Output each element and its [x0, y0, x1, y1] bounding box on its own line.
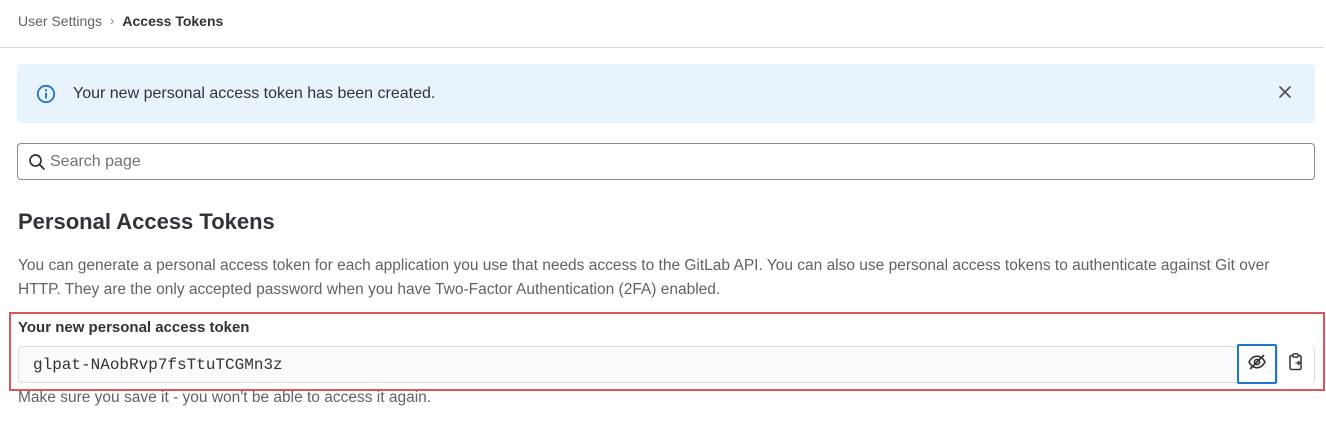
header-divider — [0, 47, 1324, 48]
copy-token-button[interactable] — [1277, 346, 1314, 383]
token-help-text: Make sure you save it - you won't be abl… — [18, 389, 432, 406]
token-label: Your new personal access token — [18, 319, 250, 336]
search-box — [17, 143, 1315, 180]
success-alert: Your new personal access token has been … — [17, 64, 1315, 123]
toggle-visibility-button[interactable] — [1237, 344, 1277, 384]
token-value[interactable]: glpat-NAobRvp7fsTtuTCGMn3z — [33, 356, 1237, 374]
breadcrumb-separator: › — [110, 13, 115, 28]
section-description: You can generate a personal access token… — [18, 257, 1270, 298]
page: User Settings › Access Tokens Your new p… — [0, 0, 1326, 425]
info-icon — [36, 84, 56, 104]
search-input[interactable] — [50, 152, 1250, 171]
close-icon[interactable] — [1275, 82, 1295, 102]
breadcrumb-user-settings[interactable]: User Settings — [18, 12, 102, 30]
page-title: Personal Access Tokens — [18, 209, 275, 234]
token-field: glpat-NAobRvp7fsTtuTCGMn3z — [18, 344, 1315, 384]
search-icon — [28, 153, 46, 171]
breadcrumb: User Settings › Access Tokens — [18, 12, 223, 30]
eye-slash-icon — [1247, 352, 1267, 377]
breadcrumb-current: Access Tokens — [122, 13, 224, 29]
clipboard-icon — [1287, 352, 1305, 377]
alert-message: Your new personal access token has been … — [73, 85, 436, 102]
